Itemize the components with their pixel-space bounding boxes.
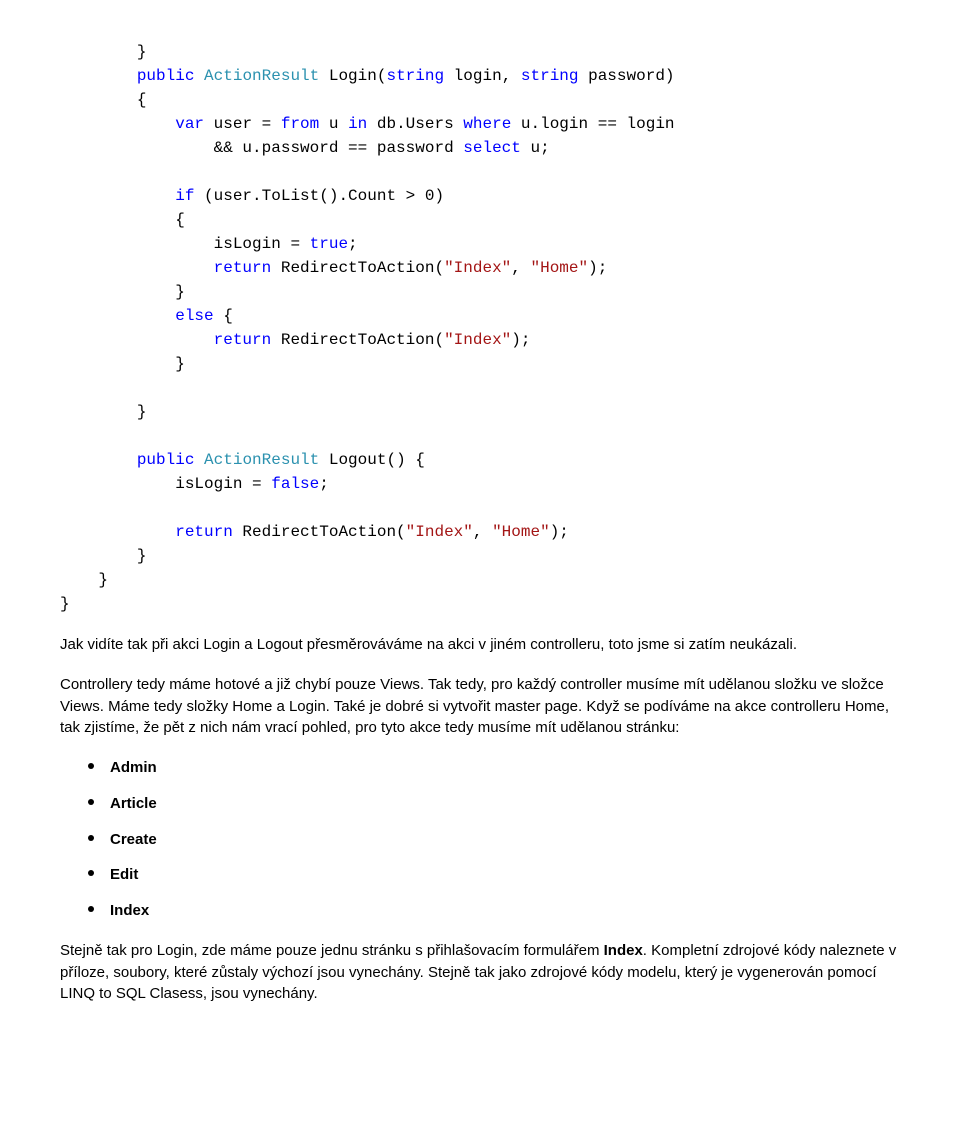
list-item: Create [110, 829, 900, 851]
code-line: && u.password == password select u; [60, 139, 550, 157]
code-line: } [60, 355, 185, 373]
code-line: return RedirectToAction("Index"); [60, 331, 530, 349]
list-item: Index [110, 900, 900, 922]
code-line: } [60, 571, 108, 589]
code-line: public ActionResult Login(string login, … [60, 67, 675, 85]
code-line: isLogin = true; [60, 235, 358, 253]
paragraph: Controllery tedy máme hotové a již chybí… [60, 674, 900, 739]
code-line: isLogin = false; [60, 475, 329, 493]
paragraph: Jak vidíte tak při akci Login a Logout p… [60, 634, 900, 656]
code-line: if (user.ToList().Count > 0) [60, 187, 444, 205]
code-line: } [60, 595, 70, 613]
code-line: } [60, 283, 185, 301]
list-item: Admin [110, 757, 900, 779]
code-line: return RedirectToAction("Index", "Home")… [60, 259, 607, 277]
code-line: } [60, 43, 146, 61]
code-line: } [60, 547, 146, 565]
paragraph: Stejně tak pro Login, zde máme pouze jed… [60, 940, 900, 1005]
code-line: else { [60, 307, 233, 325]
code-line: { [60, 211, 185, 229]
code-line: public ActionResult Logout() { [60, 451, 425, 469]
code-line: var user = from u in db.Users where u.lo… [60, 115, 675, 133]
code-line: { [60, 91, 146, 109]
code-line: } [60, 403, 146, 421]
code-block: } public ActionResult Login(string login… [60, 40, 900, 616]
list-item: Edit [110, 864, 900, 886]
bullet-list: Admin Article Create Edit Index [60, 757, 900, 922]
code-line: return RedirectToAction("Index", "Home")… [60, 523, 569, 541]
bold-text: Index [604, 942, 643, 959]
list-item: Article [110, 793, 900, 815]
